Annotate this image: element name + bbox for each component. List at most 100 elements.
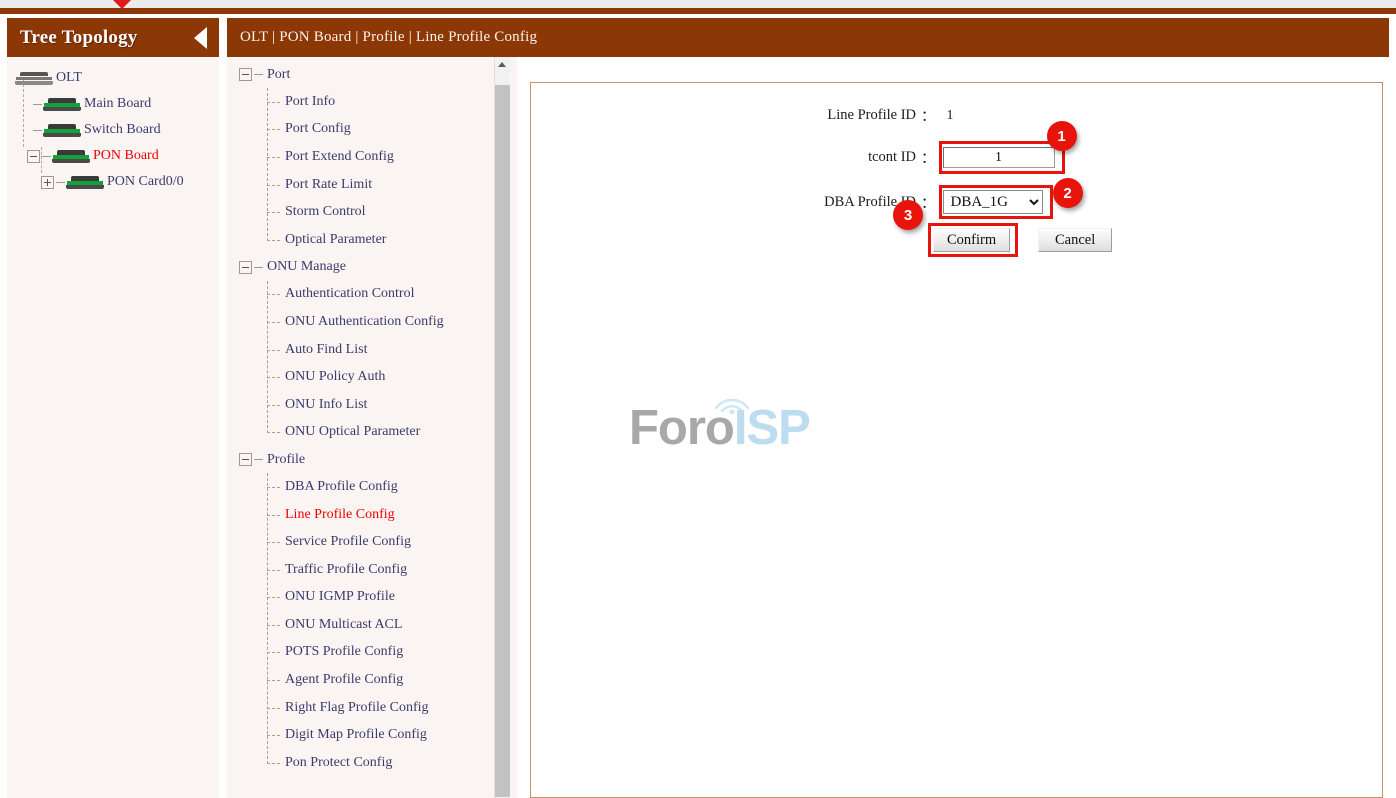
nav-elbow (254, 459, 263, 460)
nav-item-port-rate-limit[interactable]: Port Rate Limit (239, 171, 503, 199)
tree-elbow (56, 182, 65, 183)
tree-item-pon-card[interactable]: PON Card0/0 (11, 169, 219, 195)
nav-item-label: POTS Profile Config (285, 644, 403, 660)
colon: ： (921, 192, 936, 213)
nav-tee (267, 625, 280, 626)
nav-item-authentication-control[interactable]: Authentication Control (239, 281, 503, 309)
nav-item-right-flag-profile-config[interactable]: Right Flag Profile Config (239, 694, 503, 722)
nav-expander-minus-icon[interactable] (239, 261, 252, 274)
nav-item-onu-policy-auth[interactable]: ONU Policy Auth (239, 363, 503, 391)
nav-tee (267, 432, 280, 433)
nav-item-onu-igmp-profile[interactable]: ONU IGMP Profile (239, 584, 503, 612)
nav-group-header-onu-manage[interactable]: ONU Manage (239, 254, 503, 281)
nav-item-pon-protect-config[interactable]: Pon Protect Config (239, 749, 503, 777)
nav-tee (267, 322, 280, 323)
nav-item-storm-control[interactable]: Storm Control (239, 198, 503, 226)
red-pointer-marker-icon (113, 0, 131, 9)
top-strip-bar (0, 8, 1396, 14)
nav-item-label: Auto Find List (285, 342, 367, 358)
collapse-left-triangle-icon[interactable] (194, 27, 207, 49)
nav-item-agent-profile-config[interactable]: Agent Profile Config (239, 666, 503, 694)
nav-item-traffic-profile-config[interactable]: Traffic Profile Config (239, 556, 503, 584)
nav-tee (267, 102, 280, 103)
form-button-row: Confirm 3 Cancel (933, 228, 1384, 252)
line-profile-id-value: 1 (947, 108, 954, 124)
device-board-icon (52, 150, 90, 163)
nav-item-label: Service Profile Config (285, 534, 411, 550)
nav-tee (267, 597, 280, 598)
nav-item-label: Port Extend Config (285, 149, 394, 165)
foroisp-watermark: ForoISP (629, 388, 839, 458)
nav-item-optical-parameter[interactable]: Optical Parameter (239, 226, 503, 254)
nav-tee (267, 652, 280, 653)
nav-tee (267, 680, 280, 681)
tree-expander-plus-icon[interactable] (41, 176, 54, 189)
nav-item-label: DBA Profile Config (285, 479, 398, 495)
nav-item-line-profile-config[interactable]: Line Profile Config (239, 501, 503, 529)
nav-item-dba-profile-config[interactable]: DBA Profile Config (239, 473, 503, 501)
nav-item-label: ONU Multicast ACL (285, 617, 402, 633)
nav-group-label: Port (267, 67, 290, 83)
tree-topology: OLT Main Board Switch Board PON Board PO… (7, 57, 219, 195)
nav-item-digit-map-profile-config[interactable]: Digit Map Profile Config (239, 721, 503, 749)
tcont-id-control: 1 (943, 147, 1055, 168)
nav-item-onu-authentication-config[interactable]: ONU Authentication Config (239, 308, 503, 336)
nav-item-label: Port Rate Limit (285, 177, 372, 193)
nav-item-label: Optical Parameter (285, 232, 386, 248)
nav-item-onu-info-list[interactable]: ONU Info List (239, 391, 503, 419)
nav-tee (267, 515, 280, 516)
nav-item-service-profile-config[interactable]: Service Profile Config (239, 528, 503, 556)
device-board-icon (43, 98, 81, 111)
nav-item-port-info[interactable]: Port Info (239, 88, 503, 116)
nav-group-profile: Profile DBA Profile Config Line Profile Co… (239, 446, 503, 777)
nav-scrollbar[interactable] (494, 57, 509, 798)
tree-item-label: PON Board (93, 148, 159, 164)
tree-elbow (33, 104, 42, 105)
tcont-id-input[interactable] (943, 147, 1055, 168)
row-tcont-id: tcont ID ： 1 (531, 147, 1384, 168)
nav-item-label: Line Profile Config (285, 507, 395, 523)
nav-tee (267, 763, 280, 764)
tree-expander-minus-icon[interactable] (27, 150, 40, 163)
row-line-profile-id: Line Profile ID ： 1 (531, 105, 1384, 126)
annotation-badge-1: 1 (1047, 121, 1077, 151)
breadcrumb-bar: OLT | PON Board | Profile | Line Profile… (227, 18, 1389, 57)
nav-scrollbar-thumb[interactable] (495, 85, 510, 797)
nav-group-items: Port InfoPort Config Port Extend Config Po… (239, 88, 503, 254)
nav-expander-minus-icon[interactable] (239, 68, 252, 81)
dba-profile-id-select[interactable]: DBA_1G (943, 190, 1043, 214)
nav-item-port-config[interactable]: Port Config (239, 116, 503, 144)
nav-group-label: ONU Manage (267, 259, 346, 275)
nav-group-header-profile[interactable]: Profile (239, 446, 503, 473)
nav-item-onu-optical-parameter[interactable]: ONU Optical Parameter (239, 419, 503, 447)
tree-item-label: Main Board (84, 96, 151, 112)
scroll-up-arrow-icon[interactable] (495, 57, 510, 72)
watermark-text: ForoISP (629, 400, 810, 456)
nav-expander-minus-icon[interactable] (239, 453, 252, 466)
annotation-badge-2: 2 (1053, 178, 1083, 208)
colon: ： (921, 147, 936, 168)
nav-item-label: ONU IGMP Profile (285, 589, 395, 605)
confirm-button[interactable]: Confirm (933, 228, 1010, 252)
nav-item-port-extend-config[interactable]: Port Extend Config (239, 143, 503, 171)
sidebar-header: Tree Topology (7, 18, 219, 57)
nav-group-header-port[interactable]: Port (239, 61, 503, 88)
nav-item-label: Storm Control (285, 204, 366, 220)
annotation-badge-3: 3 (893, 200, 923, 230)
tcont-id-label: tcont ID (531, 149, 921, 166)
nav-tee (267, 185, 280, 186)
nav-item-pots-profile-config[interactable]: POTS Profile Config (239, 639, 503, 667)
tree-item-switch-board[interactable]: Switch Board (11, 117, 219, 143)
tree-item-main-board[interactable]: Main Board (11, 91, 219, 117)
tree-item-olt[interactable]: OLT (11, 65, 219, 91)
content-panel: Line Profile ID ： 1 tcont ID ： 1 DBA Pro… (530, 82, 1383, 798)
nav-item-onu-multicast-acl[interactable]: ONU Multicast ACL (239, 611, 503, 639)
nav-tee (267, 542, 280, 543)
tree-item-label: Switch Board (84, 122, 161, 138)
nav-panel: Port Port InfoPort Config Port Extend Conf… (227, 57, 517, 798)
cancel-button[interactable]: Cancel (1038, 228, 1112, 252)
dba-profile-id-control: DBA_1G 2 (943, 190, 1043, 214)
nav-item-auto-find-list[interactable]: Auto Find List (239, 336, 503, 364)
tree-item-pon-board[interactable]: PON Board (11, 143, 219, 169)
device-card-icon (66, 176, 104, 189)
